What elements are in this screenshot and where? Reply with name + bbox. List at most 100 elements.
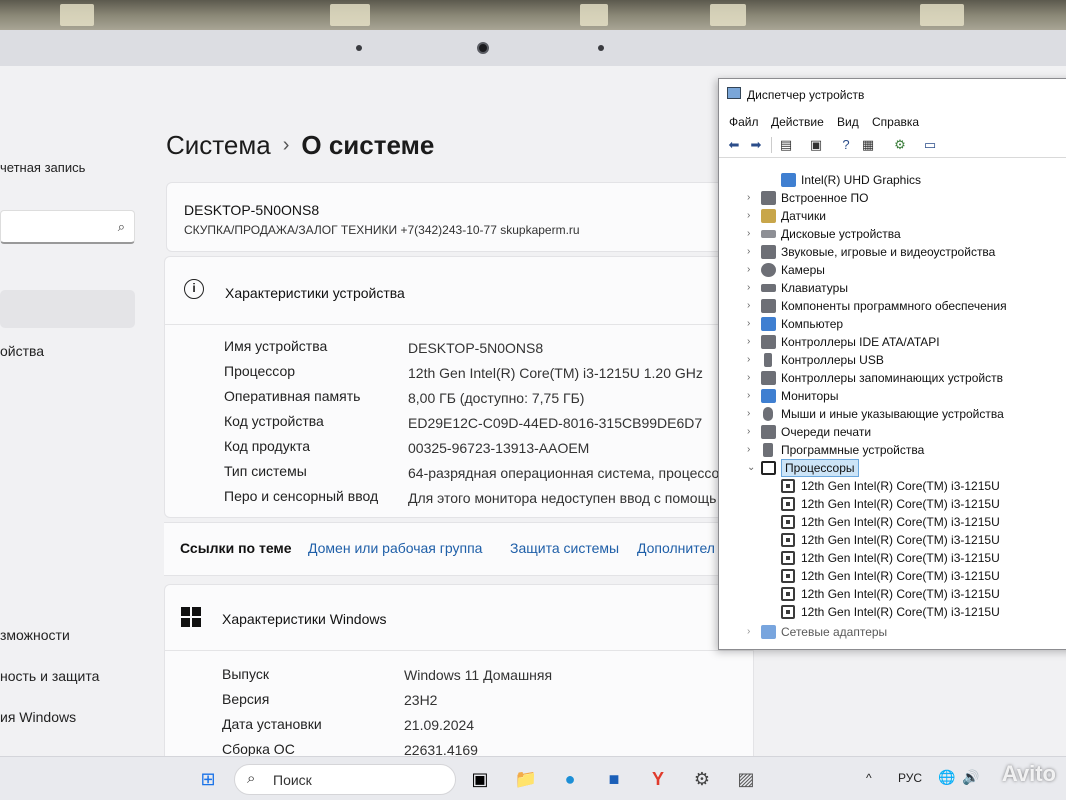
language-indicator[interactable]: РУС [898, 771, 922, 785]
processor-icon [781, 497, 795, 511]
chevron-right-icon: › [747, 408, 751, 419]
link-advanced-settings[interactable]: Дополнител [637, 540, 715, 556]
chevron-right-icon: › [747, 318, 751, 329]
link-system-protection[interactable]: Защита системы [510, 540, 619, 556]
page-title: О системе [301, 130, 435, 160]
storage-controller-icon [761, 371, 776, 385]
chevron-right-icon: › [747, 246, 751, 257]
task-view-icon[interactable]: ▣ [468, 767, 492, 791]
spec-value: 12th Gen Intel(R) Core(TM) i3-1215U 1.20… [408, 365, 703, 381]
spec-value: 64-разрядная операционная система, проце… [408, 465, 720, 481]
chevron-right-icon: › [747, 192, 751, 203]
background-object [580, 4, 608, 26]
resource-view-icon[interactable]: ▦ [859, 136, 877, 154]
settings-gear-icon[interactable]: ⚙ [690, 767, 714, 791]
computer-icon [761, 317, 776, 331]
spec-label: Код устройства [224, 413, 324, 429]
chevron-right-icon: › [747, 626, 751, 637]
properties-icon[interactable]: ▣ [807, 136, 825, 154]
bezel-sensor [356, 45, 362, 51]
background-object [710, 4, 746, 26]
network-globe-icon[interactable]: 🌐 [938, 769, 955, 786]
tray-chevron-up-icon[interactable]: ^ [866, 771, 872, 785]
store-icon[interactable]: ■ [602, 767, 626, 791]
volume-icon[interactable]: 🔊 [962, 769, 979, 786]
avito-watermark: Avito [1001, 761, 1056, 786]
sidebar-item-privacy[interactable]: ность и защита [0, 668, 99, 684]
bezel-sensor [598, 45, 604, 51]
show-hide-tree-icon[interactable]: ▤ [777, 136, 795, 154]
processor-icon [781, 551, 795, 565]
link-domain-workgroup[interactable]: Домен или рабочая группа [308, 540, 482, 556]
speaker-icon [761, 245, 776, 259]
spec-label: Процессор [224, 363, 296, 379]
spec-label: Выпуск [222, 666, 269, 682]
ide-controller-icon [761, 335, 776, 349]
mouse-icon [763, 407, 773, 421]
device-manager-titlebar[interactable]: Диспетчер устройств [719, 79, 1066, 109]
window-title: Диспетчер устройств [747, 88, 865, 102]
back-arrow-icon[interactable]: ⬅ [725, 136, 743, 154]
spec-value: 23H2 [404, 692, 438, 708]
related-links-label: Ссылки по теме [180, 540, 292, 556]
keyboard-icon [761, 284, 776, 292]
scan-hardware-icon[interactable]: ⚙ [891, 136, 909, 154]
windows-specs-title: Характеристики Windows [222, 611, 387, 627]
spec-value: DESKTOP-5N0ONS8 [408, 340, 544, 356]
taskbar-search[interactable]: ⌕ Поиск [234, 764, 456, 795]
account-label: четная запись [0, 160, 86, 175]
start-button-windows-icon[interactable]: ⊞ [196, 767, 220, 791]
menu-file[interactable]: Файл [729, 115, 759, 129]
screen: четная запись ⌕ ойства зможности ность и… [0, 66, 1066, 800]
menu-help[interactable]: Справка [872, 115, 919, 129]
yandex-browser-icon[interactable]: Y [646, 767, 670, 791]
forward-arrow-icon[interactable]: ➡ [747, 136, 765, 154]
divider [164, 650, 754, 651]
sidebar-item[interactable]: ойства [0, 343, 44, 359]
spec-label: Сборка ОС [222, 741, 295, 757]
spec-value: 8,00 ГБ (доступно: 7,75 ГБ) [408, 390, 585, 406]
usb-icon [764, 353, 772, 367]
chevron-down-icon: ⌄ [747, 462, 756, 473]
chevron-right-icon: › [747, 372, 751, 383]
settings-search-input[interactable]: ⌕ [0, 210, 135, 244]
toolbar: ⬅ ➡ ▤ ▣ ? ▦ ⚙ ▭ [719, 134, 1066, 158]
spec-value: ED29E12C-C09D-44ED-8016-315CB99DE6D7 [408, 415, 703, 431]
menu-bar: Файл Действие Вид Справка [719, 113, 1066, 131]
software-component-icon [761, 299, 776, 313]
breadcrumb-parent[interactable]: Система [166, 130, 271, 160]
file-explorer-icon[interactable]: 📁 [514, 767, 538, 791]
webcam [477, 42, 489, 54]
edge-browser-icon[interactable]: ● [558, 767, 582, 791]
spec-value: Windows 11 Домашняя [404, 667, 553, 683]
background-object [920, 4, 964, 26]
help-icon[interactable]: ? [837, 136, 855, 154]
breadcrumb: Система › О системе [166, 130, 434, 161]
windows-logo-icon [181, 607, 201, 627]
device-manager-taskbar-icon[interactable]: ▨ [734, 767, 758, 791]
divider [164, 324, 754, 325]
device-specs-title: Характеристики устройства [225, 285, 405, 301]
spec-value: 21.09.2024 [404, 717, 475, 733]
menu-view[interactable]: Вид [837, 115, 859, 129]
spec-label: Тип системы [224, 463, 307, 479]
processor-icon [781, 533, 795, 547]
chevron-right-icon: › [747, 210, 751, 221]
menu-action[interactable]: Действие [771, 115, 824, 129]
chevron-right-icon: › [747, 426, 751, 437]
sidebar-item-system[interactable] [0, 290, 135, 328]
chevron-right-icon: › [747, 228, 751, 239]
sidebar-item-accessibility[interactable]: зможности [0, 627, 70, 643]
printer-icon [761, 425, 776, 439]
monitor-icon[interactable]: ▭ [921, 136, 939, 154]
taskbar: ⊞ ⌕ Поиск ▣ 📁 ● ■ Y ⚙ ▨ ^ РУС 🌐 🔊 Avito [0, 756, 1066, 800]
processor-icon [781, 515, 795, 529]
chevron-right-icon: › [747, 390, 751, 401]
search-icon: ⌕ [247, 770, 256, 787]
pc-owner-info: СКУПКА/ПРОДАЖА/ЗАЛОГ ТЕХНИКИ +7(342)243-… [184, 223, 580, 237]
software-device-icon [763, 443, 773, 457]
chevron-right-icon: › [747, 264, 751, 275]
monitor-icon [761, 389, 776, 403]
sidebar-item-windows-update[interactable]: ия Windows [0, 709, 76, 725]
processor-icon [781, 587, 795, 601]
